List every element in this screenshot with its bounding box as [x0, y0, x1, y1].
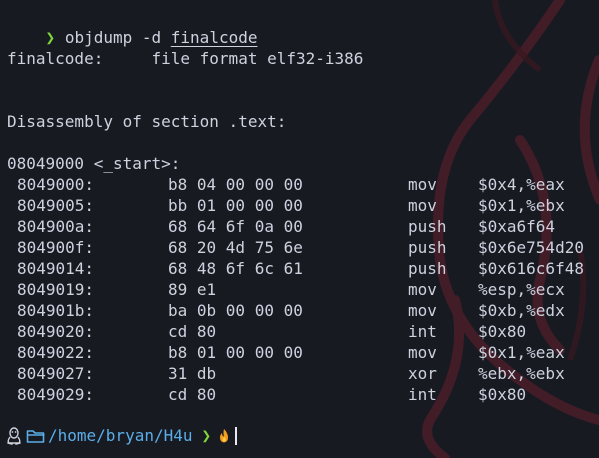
- section-header: Disassembly of section .text:: [7, 112, 287, 131]
- instruction-bytes: cd 80: [168, 385, 217, 404]
- instruction-bytes: 68 20 4d 75 6e: [168, 238, 303, 257]
- instruction-address: 804900f:: [17, 238, 95, 257]
- instruction-address: 804901b:: [17, 301, 95, 320]
- instruction-mnemonic: int: [408, 322, 437, 341]
- instruction-operands: $0x80: [478, 385, 527, 404]
- instruction-address: 8049020:: [17, 322, 95, 341]
- instruction-operands: $0x80: [478, 322, 527, 341]
- instruction-address: 8049000:: [17, 175, 95, 194]
- disassembly-row: 804901b: ba 0b 00 00 00 mov $0xb,%edx: [0, 300, 599, 321]
- folder-icon: [26, 429, 45, 443]
- disassembly-row: 804900f: 68 20 4d 75 6e push $0x6e754d20: [0, 237, 599, 258]
- instruction-operands: $0x6e754d20: [478, 238, 584, 257]
- instruction-address: 8049005:: [17, 196, 95, 215]
- instruction-bytes: cd 80: [168, 322, 217, 341]
- instruction-mnemonic: mov: [408, 280, 437, 299]
- instruction-bytes: b8 04 00 00 00: [168, 175, 303, 194]
- instruction-mnemonic: xor: [408, 364, 437, 383]
- command-argument: finalcode: [170, 28, 258, 47]
- instruction-bytes: b8 01 00 00 00: [168, 343, 303, 362]
- instruction-mnemonic: push: [408, 238, 447, 257]
- instruction-bytes: bb 01 00 00 00: [168, 196, 303, 215]
- instruction-bytes: ba 0b 00 00 00: [168, 301, 303, 320]
- instruction-operands: %esp,%ecx: [478, 280, 565, 299]
- instruction-operands: %ebx,%ebx: [478, 364, 565, 383]
- instruction-mnemonic: push: [408, 217, 447, 236]
- flame-icon: [220, 428, 229, 442]
- disassembly-row: 8049022: b8 01 00 00 00 mov $0x1,%eax: [0, 342, 599, 363]
- command-line: ❯ objdump -d finalcode: [7, 6, 258, 47]
- instruction-address: 804900a:: [17, 217, 95, 236]
- disassembly-row: 8049027: 31 db xor %ebx,%ebx: [0, 363, 599, 384]
- instruction-address: 8049029:: [17, 385, 95, 404]
- instruction-mnemonic: mov: [408, 343, 437, 362]
- terminal-window: ❯ objdump -d finalcode finalcode: file f…: [0, 0, 599, 458]
- instruction-mnemonic: mov: [408, 175, 437, 194]
- shell-prompt[interactable]: /home/bryan/H4u ❯: [6, 425, 238, 446]
- disassembly-row: 8049014: 68 48 6f 6c 61 push $0x616c6f48: [0, 258, 599, 279]
- prompt-arrow-icon: ❯: [201, 426, 212, 445]
- instruction-address: 8049027:: [17, 364, 95, 383]
- instruction-address: 8049019:: [17, 280, 95, 299]
- instruction-operands: $0x616c6f48: [478, 259, 584, 278]
- disassembly-row: 804900a: 68 64 6f 0a 00 push $0xa6f64: [0, 216, 599, 237]
- instruction-mnemonic: mov: [408, 301, 437, 320]
- instruction-address: 8049022:: [17, 343, 95, 362]
- instruction-bytes: 68 48 6f 6c 61: [168, 259, 303, 278]
- instruction-operands: $0xa6f64: [478, 217, 556, 236]
- file-format-line: finalcode: file format elf32-i386: [7, 49, 364, 68]
- current-path: /home/bryan/H4u: [48, 426, 193, 445]
- instruction-bytes: 89 e1: [168, 280, 217, 299]
- disassembly-row: 8049000: b8 04 00 00 00 mov $0x4,%eax: [0, 174, 599, 195]
- instruction-mnemonic: int: [408, 385, 437, 404]
- linux-penguin-icon: [7, 426, 21, 445]
- disassembly-row: 8049020: cd 80 int $0x80: [0, 321, 599, 342]
- instruction-mnemonic: push: [408, 259, 447, 278]
- instruction-bytes: 31 db: [168, 364, 217, 383]
- disassembly-row: 8049005: bb 01 00 00 00 mov $0x1,%ebx: [0, 195, 599, 216]
- instruction-operands: $0x1,%eax: [478, 343, 565, 362]
- disassembly-row: 8049029: cd 80 int $0x80: [0, 384, 599, 405]
- instruction-operands: $0x1,%ebx: [478, 196, 565, 215]
- symbol-label: 08049000 <_start>:: [7, 154, 181, 173]
- instruction-bytes: 68 64 6f 0a 00: [168, 217, 303, 236]
- command-text: objdump -d: [64, 28, 162, 47]
- instruction-mnemonic: mov: [408, 196, 437, 215]
- text-cursor: [235, 426, 238, 445]
- instruction-operands: $0xb,%edx: [478, 301, 565, 320]
- instruction-address: 8049014:: [17, 259, 95, 278]
- instruction-operands: $0x4,%eax: [478, 175, 565, 194]
- disassembly-row: 8049019: 89 e1 mov %esp,%ecx: [0, 279, 599, 300]
- prompt-arrow-icon: ❯: [45, 28, 56, 47]
